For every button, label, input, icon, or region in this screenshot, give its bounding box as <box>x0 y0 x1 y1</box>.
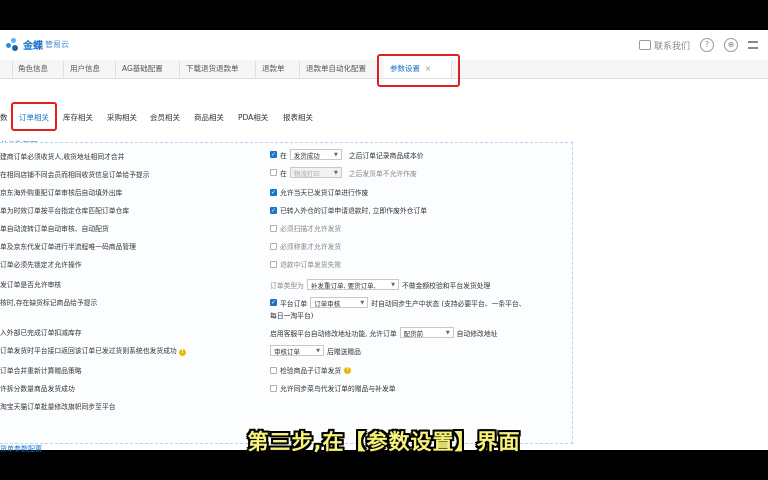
subtab-member[interactable]: 会员相关 <box>150 110 180 126</box>
subtab-report[interactable]: 报表相关 <box>283 110 313 126</box>
tab-refund[interactable]: 退款单 <box>256 60 300 78</box>
option-label: 核时,存在缺货标记商品给予提示 <box>0 299 98 307</box>
option-no-void: 在 物流打印 ▼ 之后发货单不允许作废 <box>270 167 417 178</box>
select-dropdown[interactable]: 物流打印 ▼ <box>289 167 342 178</box>
option-label: 许拆分数量商品发货成功 <box>0 385 75 393</box>
settings-subtabs: 数 订单相关 库存相关 采购相关 会员相关 商品相关 PDA相关 报表相关 <box>0 110 768 126</box>
option-must-weigh: 必须称重才允许发货 <box>270 241 341 251</box>
subtab-partial[interactable]: 数 <box>0 110 8 126</box>
option-order-type: 订单类型为 补发重订单, 要货订单, ▼ 不做金额校验和平台发货处理 <box>270 279 490 290</box>
checkbox-checked[interactable]: ✓ <box>270 188 277 196</box>
tab-role-info[interactable]: 角色信息 <box>12 60 64 78</box>
contact-label: 联系我们 <box>653 41 690 52</box>
option-label: 发订单是否允许审核 <box>0 281 62 289</box>
logo: 金蝶 管易云 <box>6 37 69 52</box>
checkbox-checked[interactable]: ✓ <box>270 206 277 214</box>
option-label: 京东海外购重配订单审核后自动填外出库 <box>0 189 123 197</box>
chat-icon <box>638 40 651 50</box>
highlight-box-param-tab <box>377 54 460 87</box>
video-caption: 第三步,在【参数设置】界面 <box>247 430 521 454</box>
option-label: 单及京东代发订单进行半流程唯一码商品管理 <box>0 243 136 251</box>
option-must-scan: 必须扫描才允许发货 <box>270 223 341 233</box>
option-cainiao-sync: 允许同步菜鸟代发订单的赠品与补发单 <box>270 383 396 393</box>
option-label: 建商订单必须收货人,收货地址相同才合并 <box>0 153 125 161</box>
option-label: 订单合并重新计算赠品策略 <box>0 367 82 375</box>
checkbox[interactable] <box>270 242 277 250</box>
option-gift-trigger: 审核订单 ▼ 后赠送赠品 <box>270 345 361 356</box>
option-label: 入外部已完成订单扣减库存 <box>0 329 82 337</box>
option-check-sub-order: 检验商品子订单发货 ! <box>270 365 352 375</box>
chevron-down-icon: ▼ <box>360 299 365 306</box>
select-dropdown[interactable]: 审核订单 ▼ <box>270 345 324 356</box>
option-void-external: ✓ 已转入外仓的订单申请退款时, 立即作废外仓订单 <box>270 206 428 215</box>
checkbox-checked[interactable]: ✓ <box>270 151 277 158</box>
warning-icon: ! <box>178 349 186 356</box>
chevron-down-icon: ▼ <box>391 281 395 288</box>
subtab-pda[interactable]: PDA相关 <box>238 110 268 126</box>
tab-user-info[interactable]: 用户信息 <box>64 60 116 78</box>
option-label: 订单必须先锁定才允许操作 <box>0 261 82 269</box>
tab-refund-automation[interactable]: 退款单自动化配置 <box>300 60 378 78</box>
select-dropdown[interactable]: 订单审核 ▼ <box>310 297 369 308</box>
help-icon[interactable]: ? <box>700 38 714 52</box>
checkbox[interactable] <box>270 366 277 374</box>
option-label: 订单发货时平台接口返回该订单已发过货则系统也发货成功 ! <box>0 345 186 356</box>
option-label: 单为时效订单按平台指定仓库匹配订单仓库 <box>0 207 130 215</box>
option-label: 在相同店铺不同会员而相同收货信息订单给予提示 <box>0 171 150 179</box>
subtab-purchase[interactable]: 采购相关 <box>107 110 137 126</box>
warning-icon: ! <box>344 366 352 374</box>
language-icon[interactable]: ⊕ <box>724 38 738 52</box>
tab-ag-config[interactable]: AG基础配置 <box>116 60 180 78</box>
highlight-box-order-subtab <box>11 102 57 131</box>
checkbox-checked[interactable]: ✓ <box>270 299 277 306</box>
option-same-day-void: ✓ 允许当天已发货订单进行作废 <box>270 188 369 197</box>
select-dropdown[interactable]: 配货前 ▼ <box>399 327 454 338</box>
logo-text: 金蝶 <box>23 41 43 52</box>
app-window: 金蝶 管易云 联系我们 ? ⊕ 角色信息 用户信息 AG基础配置 下载退货退款单… <box>0 30 768 450</box>
chevron-down-icon: ▼ <box>333 151 338 158</box>
option-refund-fail: 退款中订单发货失败 <box>270 259 341 269</box>
subtab-inventory[interactable]: 库存相关 <box>63 110 93 126</box>
option-cost-price: ✓ 在 发货成功 ▼ 之后订单记录商品成本价 <box>270 149 424 160</box>
multi-select-dropdown[interactable]: 补发重订单, 要货订单, ▼ <box>306 279 399 290</box>
logo-mark-icon <box>6 37 20 52</box>
option-auto-address: 启用客服平台自动修改地址功能, 允许订单 配货前 ▼ 自动修改地址 <box>270 327 497 338</box>
tab-download-return[interactable]: 下载退货退款单 <box>180 60 256 78</box>
checkbox[interactable] <box>270 169 277 176</box>
menu-icon[interactable] <box>748 41 758 49</box>
order-params-panel: 建商订单必须收货人,收货地址相同才合并 在相同店铺不同会员而相同收货信息订单给予… <box>0 142 573 444</box>
chevron-down-icon: ▼ <box>333 169 338 176</box>
chevron-down-icon: ▼ <box>316 347 320 354</box>
option-platform-sync-line2: 每日一淘平台) <box>270 312 314 320</box>
checkbox[interactable] <box>270 224 277 232</box>
checkbox[interactable] <box>270 260 277 268</box>
option-label: 淘宝天猫订单批量修改旗帜同步至平台 <box>0 403 116 411</box>
logo-subtext: 管易云 <box>45 40 69 49</box>
contact-link[interactable]: 联系我们 <box>638 39 690 52</box>
option-label: 单自动流转订单自动审核、自动配货 <box>0 225 109 233</box>
option-platform-sync: ✓ 平台订单 订单审核 ▼ 时自动同步生产中状态 (支持必要平台、一条平台、 <box>270 297 526 308</box>
chevron-down-icon: ▼ <box>445 329 450 336</box>
subtab-product[interactable]: 商品相关 <box>194 110 224 126</box>
select-dropdown[interactable]: 发货成功 ▼ <box>289 149 342 160</box>
checkbox[interactable] <box>270 384 277 392</box>
